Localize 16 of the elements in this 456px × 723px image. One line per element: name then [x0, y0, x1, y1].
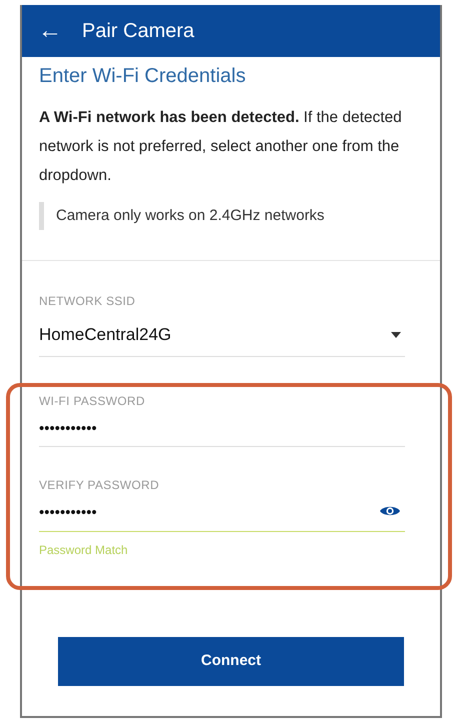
field-label: VERIFY PASSWORD	[39, 477, 160, 494]
helper-text: Password Match	[39, 542, 129, 558]
section-heading: Enter Wi-Fi Credentials	[39, 64, 247, 89]
field-label: WI-FI PASSWORD	[39, 392, 146, 410]
note-bar	[39, 202, 44, 230]
network-dropdown[interactable]: HomeCentral24G	[39, 322, 405, 356]
connect-button[interactable]: Connect	[58, 637, 404, 686]
back-button[interactable]: ←	[38, 19, 62, 43]
eye-icon[interactable]	[379, 504, 401, 518]
intro-text: A Wi-Fi network has been detected. If the detected network is not preferred, select another one from the dropdown.	[39, 108, 403, 186]
password-field[interactable]: •••••••••••	[39, 418, 405, 447]
screen-title: Pair Camera	[82, 19, 194, 44]
caret-icon	[391, 332, 401, 338]
dropdown-value: HomeCentral24G	[39, 324, 172, 346]
field-label: NETWORK SSID	[39, 293, 136, 310]
note-text: Camera only works on 2.4GHz networks	[56, 206, 324, 226]
